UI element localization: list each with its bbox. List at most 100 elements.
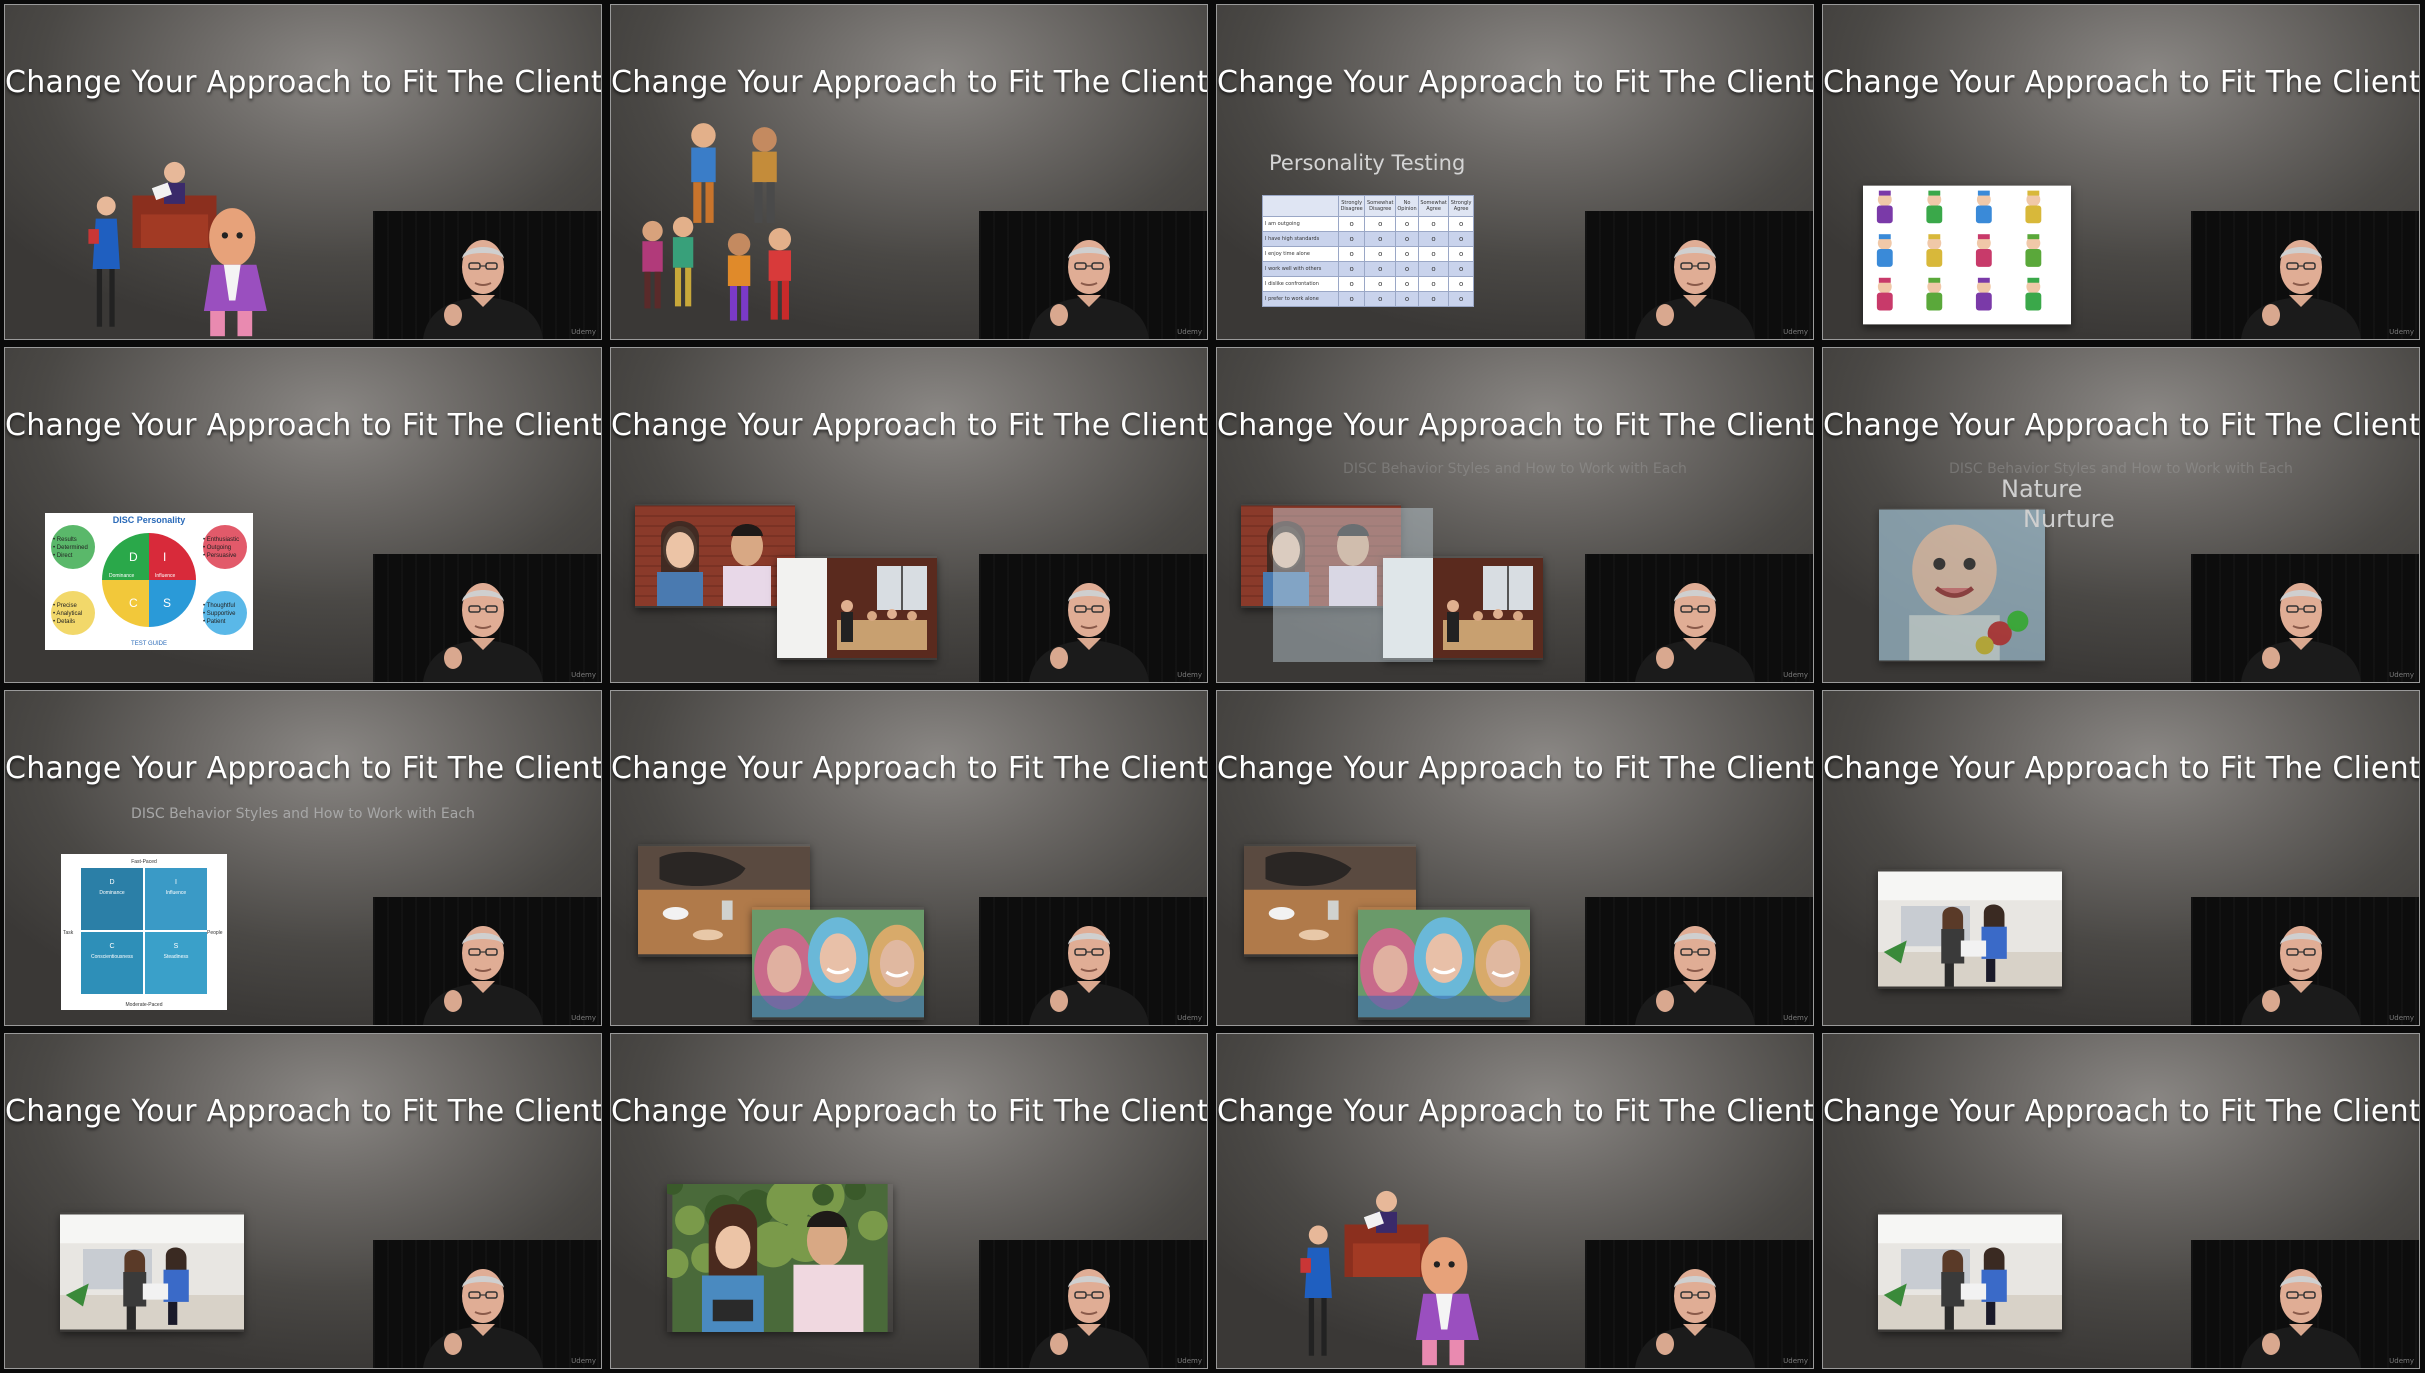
photo-meeting-room <box>777 556 937 660</box>
slide-title: Change Your Approach to Fit The Client <box>1217 751 1814 786</box>
video-thumbnail[interactable]: Change Your Approach to Fit The Client Pe… <box>1216 4 1814 340</box>
watermark: Udemy <box>1783 328 1808 336</box>
answer-option: o <box>1364 290 1397 308</box>
answer-option: o <box>1395 245 1419 262</box>
friends-photo <box>1358 907 1530 1020</box>
quadrant-letter: C <box>109 943 114 950</box>
table-row: I have high standards o o o o o <box>1262 230 1474 247</box>
presenter <box>2231 1244 2371 1368</box>
two-women-photo <box>1878 869 2062 989</box>
presenter <box>413 215 553 339</box>
disc-trait: • Details <box>53 619 75 625</box>
disc-trait: • Outgoing <box>203 545 231 551</box>
presenter-video: Udemy <box>2191 554 2419 682</box>
question-cell: I dislike confrontation <box>1262 275 1339 292</box>
presenter-video: Udemy <box>1585 211 1813 339</box>
watermark: Udemy <box>1177 1357 1202 1365</box>
disc-title: DISC Personality <box>113 515 186 525</box>
question-cell: I am outgoing <box>1262 215 1339 232</box>
video-thumbnail[interactable]: Change Your Approach to Fit The Client U… <box>1822 690 2420 1026</box>
video-thumbnail[interactable]: Change Your Approach to Fit The Client DI… <box>1216 347 1814 683</box>
video-thumbnail[interactable]: Change Your Approach to Fit The Client U… <box>610 690 1208 1026</box>
disc-mid-label: Influence <box>155 573 176 579</box>
two-women-photo <box>60 1212 244 1332</box>
nurture-label: Nurture <box>2023 505 2115 533</box>
answer-option: o <box>1417 260 1450 277</box>
video-thumbnail[interactable]: Change Your Approach to Fit The Client DI… <box>4 690 602 1026</box>
answer-option: o <box>1417 230 1450 247</box>
presenter <box>413 1244 553 1368</box>
presenter <box>1019 215 1159 339</box>
disc-trait: • Results <box>53 537 77 543</box>
presenter-video: Udemy <box>2191 897 2419 1025</box>
quadrant-name: Steadiness <box>164 954 189 960</box>
slide-title: Change Your Approach to Fit The Client <box>5 408 602 443</box>
answer-option: o <box>1417 275 1450 292</box>
quadrant-letter: D <box>109 879 114 886</box>
watermark: Udemy <box>2389 1014 2414 1022</box>
video-thumbnail[interactable]: Change Your Approach to Fit The Client D… <box>4 347 602 683</box>
slide-subtitle: DISC Behavior Styles and How to Work wit… <box>131 806 475 822</box>
presenter-video: Udemy <box>1585 897 1813 1025</box>
two-women-photo <box>1878 1212 2062 1332</box>
presenter-video: Udemy <box>979 1240 1207 1368</box>
presenter-video: Udemy <box>979 211 1207 339</box>
presenter <box>1625 558 1765 682</box>
disc-trait: • Analytical <box>53 611 82 617</box>
video-thumbnail[interactable]: Change Your Approach to Fit The Client U… <box>1216 1033 1814 1369</box>
slide-title: Change Your Approach to Fit The Client <box>1823 1094 2420 1129</box>
answer-option: o <box>1448 230 1474 247</box>
watermark: Udemy <box>1177 1014 1202 1022</box>
friends-photo <box>752 907 924 1020</box>
watermark: Udemy <box>2389 671 2414 679</box>
video-thumbnail[interactable]: Change Your Approach to Fit The Client U… <box>4 1033 602 1369</box>
chart-top-label: Fast-Paced <box>131 859 157 865</box>
video-thumbnail[interactable]: Change Your Approach to Fit The Client U… <box>1822 4 2420 340</box>
video-thumbnail[interactable]: Change Your Approach to Fit The Client U… <box>4 4 602 340</box>
presenter <box>2231 558 2371 682</box>
watermark: Udemy <box>571 328 596 336</box>
answer-option: o <box>1337 215 1366 232</box>
video-thumbnail[interactable]: Change Your Approach to Fit The Client U… <box>1822 1033 2420 1369</box>
table-header-cell: No Opinion <box>1395 195 1419 217</box>
answer-option: o <box>1395 215 1419 232</box>
disc-mid-label: Dominance <box>109 573 135 579</box>
personality-testing-label: Personality Testing <box>1269 151 1466 175</box>
presenter <box>1019 1244 1159 1368</box>
slide-title: Change Your Approach to Fit The Client <box>1217 1094 1814 1129</box>
slide-title: Change Your Approach to Fit The Client <box>1823 65 2420 100</box>
slide-subtitle: DISC Behavior Styles and How to Work wit… <box>1949 461 2293 477</box>
presenter <box>1625 215 1765 339</box>
disc-behavior-chart: Fast-Paced Moderate-Paced Task People D … <box>61 854 227 1010</box>
table-row: I work well with others o o o o o <box>1262 260 1474 277</box>
personality-test-table: Strongly Disagree Somewhat Disagree No Opi… <box>1262 195 1474 308</box>
chart-left-label: Task <box>63 930 74 936</box>
answer-option: o <box>1448 290 1474 308</box>
presenter-video: Udemy <box>979 897 1207 1025</box>
disc-trait: • Direct <box>53 553 73 559</box>
answer-option: o <box>1417 290 1450 308</box>
presenter-video: Udemy <box>1585 1240 1813 1368</box>
answer-option: o <box>1337 290 1366 308</box>
disc-personality-chart: DISC Personality D I C S Dominance Influ… <box>45 513 253 650</box>
video-thumbnail[interactable]: Change Your Approach to Fit The Client U… <box>1216 690 1814 1026</box>
video-thumbnail[interactable]: Change Your Approach to Fit The Client U… <box>610 1033 1208 1369</box>
slide-title: Change Your Approach to Fit The Client <box>611 408 1208 443</box>
answer-option: o <box>1364 260 1397 277</box>
disc-trait: • Determined <box>53 545 88 551</box>
video-thumbnail[interactable]: Change Your Approach to Fit The Client U… <box>610 4 1208 340</box>
slide-title: Change Your Approach to Fit The Client <box>1217 65 1814 100</box>
video-thumbnail[interactable]: Change Your Approach to Fit The Client U… <box>610 347 1208 683</box>
video-thumbnail[interactable]: Change Your Approach to Fit The Client DI… <box>1822 347 2420 683</box>
nature-label: Nature <box>2001 475 2083 503</box>
question-cell: I work well with others <box>1262 260 1339 277</box>
presenter <box>1019 558 1159 682</box>
answer-option: o <box>1364 230 1397 247</box>
watermark: Udemy <box>571 1014 596 1022</box>
disc-trait: • Patient <box>203 619 226 625</box>
slide-title: Change Your Approach to Fit The Client <box>5 65 602 100</box>
watermark: Udemy <box>571 671 596 679</box>
quadrant-name: Dominance <box>99 890 125 896</box>
chart-right-label: People <box>207 930 223 936</box>
answer-option: o <box>1395 230 1419 247</box>
